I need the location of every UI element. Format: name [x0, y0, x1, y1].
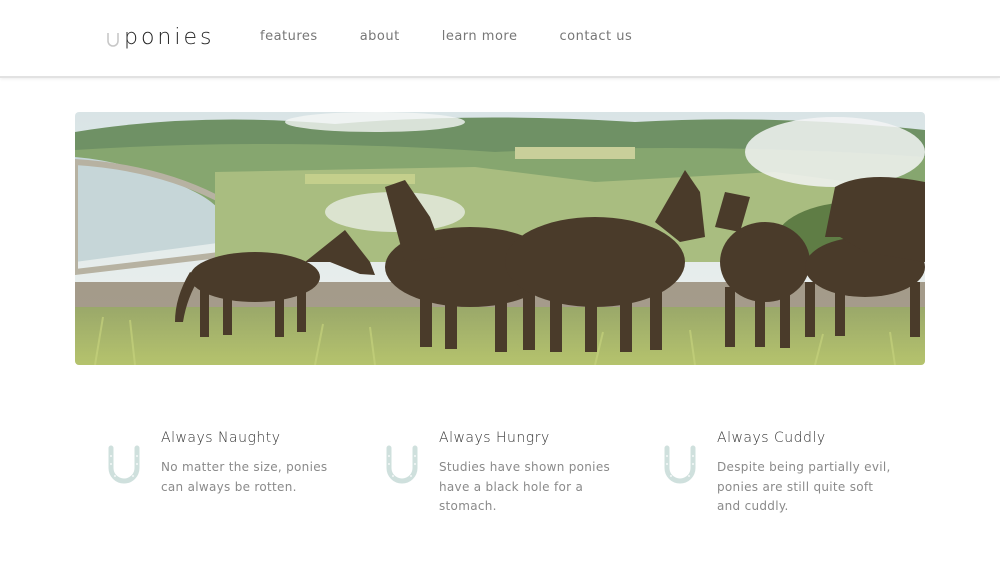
horseshoe-icon	[386, 445, 418, 484]
main-nav: features about learn more contact us	[260, 29, 674, 44]
feature-text: No matter the size, ponies can always be…	[161, 460, 328, 494]
feature-always-naughty: Always Naughty No matter the size, ponie…	[106, 430, 366, 530]
nav-about-link[interactable]: about	[360, 29, 400, 44]
horseshoe-icon	[664, 445, 696, 484]
feature-title: Always Naughty	[161, 430, 281, 446]
hero-image	[75, 112, 925, 365]
ponies-photo	[75, 112, 925, 365]
feature-title: Always Hungry	[439, 430, 550, 446]
logo[interactable]: ponies	[106, 22, 214, 52]
feature-text: Studies have shown ponies have a black h…	[439, 460, 611, 513]
feature-title: Always Cuddly	[717, 430, 826, 446]
horseshoe-icon	[107, 33, 119, 47]
feature-always-cuddly: Always Cuddly Despite being partially ev…	[662, 430, 922, 530]
nav-learn-more-link[interactable]: learn more	[442, 29, 518, 44]
horseshoe-icon	[108, 445, 140, 484]
feature-always-hungry: Always Hungry Studies have shown ponies …	[384, 430, 644, 530]
nav-features-link[interactable]: features	[260, 29, 318, 44]
brand-name: ponies	[124, 24, 215, 50]
site-header: ponies features about learn more contact…	[0, 0, 1000, 78]
nav-contact-us-link[interactable]: contact us	[559, 29, 632, 44]
feature-text: Despite being partially evil, ponies are…	[717, 460, 891, 513]
